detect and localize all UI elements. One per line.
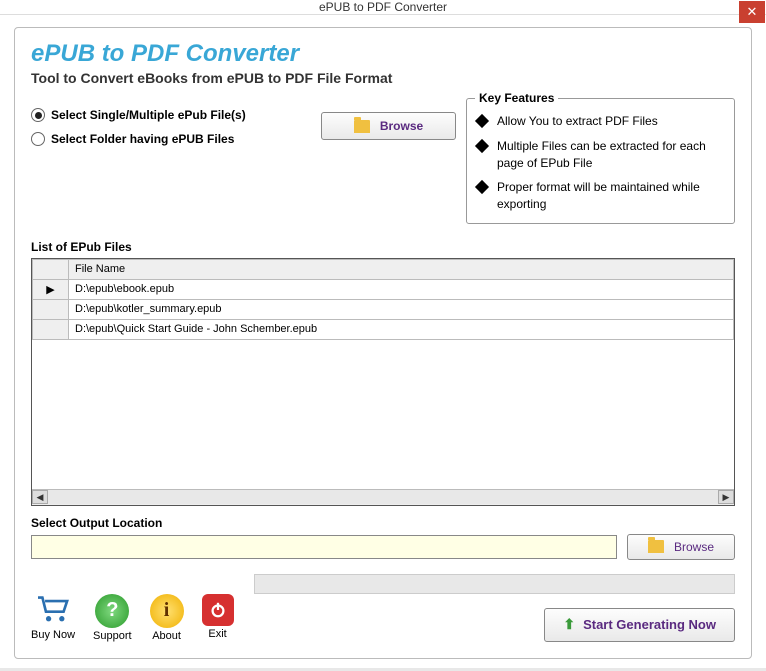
scroll-left-icon[interactable]: ◀: [32, 490, 48, 504]
power-icon: [202, 594, 234, 626]
buy-now-label: Buy Now: [31, 629, 75, 641]
file-cell: D:\epub\kotler_summary.epub: [69, 299, 734, 319]
action-icons: Buy Now ? Support i About: [31, 594, 234, 642]
app-heading: ePUB to PDF Converter: [31, 40, 735, 68]
source-select-group: Select Single/Multiple ePub File(s) Sele…: [31, 98, 311, 224]
feature-item: Proper format will be maintained while e…: [477, 179, 724, 213]
close-button[interactable]: ✕: [739, 1, 765, 23]
browse-label: Browse: [380, 119, 423, 133]
radio-icon: [31, 132, 45, 146]
right-bottom: ⬆ Start Generating Now: [254, 574, 735, 642]
file-grid: File Name ▶ D:\epub\ebook.epub D:\epub\k…: [31, 258, 735, 506]
feature-text: Allow You to extract PDF Files: [497, 113, 724, 130]
file-table: File Name ▶ D:\epub\ebook.epub D:\epub\k…: [32, 259, 734, 340]
feature-text: Proper format will be maintained while e…: [497, 179, 724, 213]
folder-icon: [648, 540, 664, 553]
filelist-label: List of EPub Files: [31, 240, 735, 254]
titlebar: ePUB to PDF Converter ✕: [0, 0, 766, 15]
bottom-row: Buy Now ? Support i About: [31, 574, 735, 642]
row-indicator: [33, 319, 69, 339]
row-indicator: [33, 299, 69, 319]
folder-icon: [354, 120, 370, 133]
key-features-box: Key Features Allow You to extract PDF Fi…: [466, 98, 735, 224]
file-cell: D:\epub\ebook.epub: [69, 279, 734, 299]
up-arrow-icon: ⬆: [563, 616, 575, 633]
content-area: ePUB to PDF Converter Tool to Convert eB…: [0, 15, 766, 671]
table-row[interactable]: D:\epub\Quick Start Guide - John Schembe…: [33, 319, 734, 339]
scroll-track[interactable]: [48, 490, 718, 504]
progress-bar: [254, 574, 735, 594]
browse-output-button[interactable]: Browse: [627, 534, 735, 560]
radio-select-files[interactable]: Select Single/Multiple ePub File(s): [31, 108, 311, 122]
close-icon: ✕: [747, 4, 758, 20]
browse-column: Browse: [321, 98, 456, 224]
start-generating-button[interactable]: ⬆ Start Generating Now: [544, 608, 735, 642]
radio-icon: [31, 108, 45, 122]
table-row[interactable]: D:\epub\kotler_summary.epub: [33, 299, 734, 319]
app-subheading: Tool to Convert eBooks from ePUB to PDF …: [31, 70, 735, 86]
exit-button[interactable]: Exit: [202, 594, 234, 642]
support-button[interactable]: ? Support: [93, 594, 132, 642]
buy-now-button[interactable]: Buy Now: [31, 594, 75, 642]
file-cell: D:\epub\Quick Start Guide - John Schembe…: [69, 319, 734, 339]
output-row: Browse: [31, 534, 735, 560]
exit-label: Exit: [208, 628, 226, 640]
grid-body[interactable]: File Name ▶ D:\epub\ebook.epub D:\epub\k…: [32, 259, 734, 489]
radio-label-folder: Select Folder having ePUB Files: [51, 132, 234, 146]
horizontal-scrollbar[interactable]: ◀ ▶: [32, 489, 734, 505]
window-title: ePUB to PDF Converter: [0, 0, 766, 14]
diamond-icon: [475, 114, 489, 128]
row-header-blank: [33, 259, 69, 279]
features-title: Key Features: [475, 91, 558, 105]
diamond-icon: [475, 180, 489, 194]
radio-label-files: Select Single/Multiple ePub File(s): [51, 108, 246, 122]
scroll-right-icon[interactable]: ▶: [718, 490, 734, 504]
column-header-filename[interactable]: File Name: [69, 259, 734, 279]
question-icon: ?: [95, 594, 129, 628]
top-row: Select Single/Multiple ePub File(s) Sele…: [31, 98, 735, 224]
radio-select-folder[interactable]: Select Folder having ePUB Files: [31, 132, 311, 146]
support-label: Support: [93, 630, 132, 642]
feature-item: Multiple Files can be extracted for each…: [477, 138, 724, 172]
cart-icon: [35, 594, 71, 627]
table-header-row: File Name: [33, 259, 734, 279]
info-icon: i: [150, 594, 184, 628]
output-label: Select Output Location: [31, 516, 735, 530]
main-panel: ePUB to PDF Converter Tool to Convert eB…: [14, 27, 752, 659]
table-row[interactable]: ▶ D:\epub\ebook.epub: [33, 279, 734, 299]
feature-item: Allow You to extract PDF Files: [477, 113, 724, 130]
generate-label: Start Generating Now: [583, 617, 716, 632]
browse-output-label: Browse: [674, 540, 714, 554]
about-label: About: [152, 630, 181, 642]
browse-source-button[interactable]: Browse: [321, 112, 456, 140]
app-window: ePUB to PDF Converter ✕ ePUB to PDF Conv…: [0, 0, 766, 668]
row-indicator: ▶: [33, 279, 69, 299]
feature-text: Multiple Files can be extracted for each…: [497, 138, 724, 172]
diamond-icon: [475, 139, 489, 153]
output-path-input[interactable]: [31, 535, 617, 559]
about-button[interactable]: i About: [150, 594, 184, 642]
